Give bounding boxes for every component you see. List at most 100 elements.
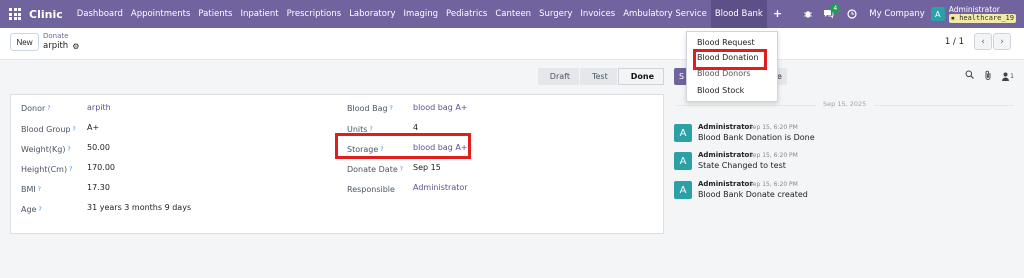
breadcrumb-current: arpith ⚙: [43, 41, 79, 52]
messages-count-badge: 4: [830, 4, 841, 13]
dropdown-item-blood-request[interactable]: Blood Request: [697, 38, 755, 47]
message-time: Sep 15, 6:20 PM: [749, 151, 798, 159]
clock-icon[interactable]: [845, 7, 859, 21]
menu-ambulatory-service[interactable]: Ambulatory Service: [619, 0, 711, 28]
new-button[interactable]: New: [10, 33, 39, 51]
blood-bag-label: Blood Bag: [347, 103, 388, 113]
donate-date-value[interactable]: Sep 15: [413, 163, 441, 172]
message-author[interactable]: Administrator: [698, 123, 753, 131]
followers-icon[interactable]: 1: [1002, 70, 1014, 83]
database-tag: ▪ healthcare_19: [948, 14, 1016, 23]
top-navbar: Clinic Dashboard Appointments Patients I…: [0, 0, 1024, 28]
weight-label: Weight(Kg): [21, 144, 66, 154]
author-avatar[interactable]: A: [674, 181, 692, 199]
bug-icon[interactable]: [801, 7, 815, 21]
menu-inpatient[interactable]: Inpatient: [236, 0, 282, 28]
field-bmi: BMI?: [21, 183, 41, 195]
help-icon[interactable]: ?: [38, 206, 41, 213]
message-author[interactable]: Administrator: [698, 151, 753, 159]
user-menu[interactable]: Administrator ▪ healthcare_19: [948, 5, 1016, 23]
help-icon[interactable]: ?: [69, 166, 72, 173]
field-donate-date: Donate Date?: [347, 163, 403, 175]
field-age: Age?: [21, 203, 42, 215]
menu-laboratory[interactable]: Laboratory: [345, 0, 399, 28]
menu-pediatrics[interactable]: Pediatrics: [442, 0, 491, 28]
stage-draft[interactable]: Draft: [537, 68, 579, 85]
form-sheet: Donor? arpith Blood Group? A+ Weight(Kg)…: [10, 94, 664, 234]
database-name: healthcare_19: [959, 14, 1014, 22]
field-blood-bag: Blood Bag?: [347, 102, 393, 114]
menu-blood-bank[interactable]: Blood Bank: [710, 0, 767, 28]
user-avatar[interactable]: A: [930, 7, 945, 21]
menu-canteen[interactable]: Canteen: [491, 0, 535, 28]
menu-imaging[interactable]: Imaging: [400, 0, 443, 28]
menu-appointments[interactable]: Appointments: [127, 0, 195, 28]
message-body: Blood Bank Donation is Done: [698, 133, 815, 142]
responsible-label: Responsible: [347, 184, 395, 194]
breadcrumb-parent[interactable]: Donate: [43, 32, 79, 41]
message-body: State Changed to test: [698, 161, 786, 170]
control-panel: New Donate arpith ⚙ 1 / 1 ‹ ›: [0, 28, 1024, 60]
gear-icon[interactable]: ⚙: [72, 41, 79, 52]
blood-bag-value[interactable]: blood bag A+: [413, 103, 468, 112]
blood-donation-highlight-box: [693, 49, 767, 70]
pager-previous-button[interactable]: ‹: [974, 33, 992, 50]
add-menu-icon[interactable]: +: [767, 0, 788, 28]
help-icon[interactable]: ?: [38, 186, 41, 193]
form-area: Draft Test Done Donor? arpith Blood Grou…: [0, 60, 672, 278]
storage-highlight-box: [335, 133, 471, 159]
date-separator-label: Sep 15, 2025: [823, 100, 867, 108]
messages-icon[interactable]: 4: [821, 4, 841, 21]
breadcrumb: Donate arpith ⚙: [43, 32, 79, 52]
menu-surgery[interactable]: Surgery: [535, 0, 576, 28]
message-time: Sep 15, 6:20 PM: [749, 180, 798, 188]
dropdown-item-blood-stock[interactable]: Blood Stock: [697, 86, 744, 95]
company-switcher[interactable]: My Company: [869, 9, 925, 19]
chatter-toolbar: 1: [965, 70, 1014, 83]
user-name: Administrator: [948, 5, 1000, 14]
field-weight: Weight(Kg)?: [21, 143, 71, 155]
donor-label: Donor: [21, 103, 46, 113]
message-author[interactable]: Administrator: [698, 180, 753, 188]
help-icon[interactable]: ?: [400, 166, 403, 173]
chatter-message: A Administrator Sep 15, 6:20 PM Blood Ba…: [674, 177, 1004, 205]
help-icon[interactable]: ?: [47, 105, 50, 112]
author-avatar[interactable]: A: [674, 124, 692, 142]
blood-group-value[interactable]: A+: [87, 123, 99, 132]
message-time: Sep 15, 6:20 PM: [749, 123, 798, 131]
age-label: Age: [21, 204, 37, 214]
age-value: 31 years 3 months 9 days: [87, 203, 192, 212]
stage-done[interactable]: Done: [617, 68, 664, 85]
responsible-value[interactable]: Administrator: [413, 183, 468, 192]
donor-value[interactable]: arpith: [87, 103, 111, 112]
help-icon[interactable]: ?: [390, 105, 393, 112]
apps-grid-icon[interactable]: [9, 8, 21, 20]
units-value[interactable]: 4: [413, 123, 418, 132]
menu-patients[interactable]: Patients: [194, 0, 236, 28]
dropdown-item-blood-donors[interactable]: Blood Donors: [697, 69, 751, 78]
pager-value[interactable]: 1 / 1: [945, 37, 964, 47]
help-icon[interactable]: ?: [67, 146, 70, 153]
follower-count: 1: [1010, 73, 1014, 80]
pager-next-button[interactable]: ›: [993, 33, 1011, 50]
help-icon[interactable]: ?: [72, 126, 75, 133]
blood-bank-dropdown: Blood Request Blood Donation Blood Donor…: [686, 31, 778, 102]
author-avatar[interactable]: A: [674, 152, 692, 170]
bmi-label: BMI: [21, 184, 36, 194]
chatter-message: A Administrator Sep 15, 6:20 PM State Ch…: [674, 148, 1004, 176]
help-icon[interactable]: ?: [369, 126, 372, 133]
field-donor: Donor?: [21, 102, 51, 114]
menu-dashboard[interactable]: Dashboard: [73, 0, 127, 28]
stage-test[interactable]: Test: [579, 68, 617, 85]
bmi-value: 17.30: [87, 183, 110, 192]
weight-value[interactable]: 50.00: [87, 143, 110, 152]
search-icon[interactable]: [965, 70, 975, 83]
menu-invoices[interactable]: Invoices: [576, 0, 619, 28]
paperclip-icon[interactable]: [984, 70, 992, 83]
field-responsible: Responsible: [347, 183, 395, 195]
menu-prescriptions[interactable]: Prescriptions: [283, 0, 346, 28]
field-blood-group: Blood Group?: [21, 123, 76, 135]
height-value[interactable]: 170.00: [87, 163, 115, 172]
status-bar: Draft Test Done: [537, 68, 664, 85]
app-brand[interactable]: Clinic: [29, 8, 63, 21]
